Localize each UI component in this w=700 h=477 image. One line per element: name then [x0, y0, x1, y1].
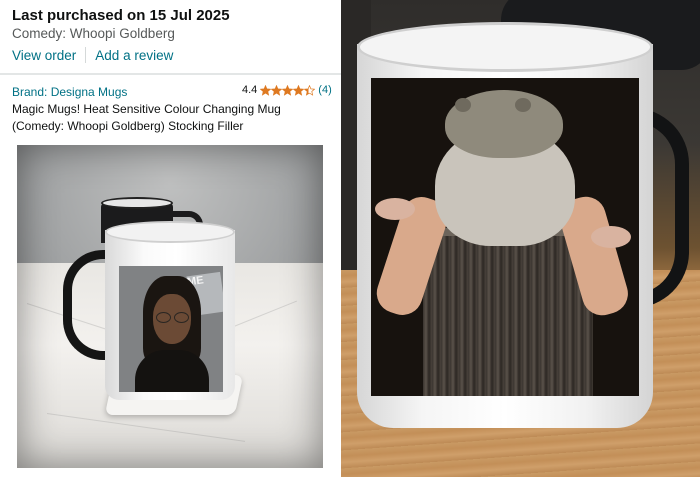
order-actions: View order Add a review: [12, 47, 173, 63]
link-separator: [85, 47, 87, 63]
star-icon: [271, 84, 283, 96]
frog-foot-left: [375, 198, 415, 220]
photo-vignette: [17, 145, 323, 468]
view-order-link[interactable]: View order: [12, 48, 76, 63]
product-rating[interactable]: 4.4 (4): [242, 84, 332, 96]
section-divider: [0, 73, 341, 75]
mug-rim: [357, 22, 653, 72]
rating-count[interactable]: (4): [318, 84, 331, 96]
brand-link[interactable]: Brand: Designa Mugs: [12, 85, 127, 99]
product-image[interactable]: ME: [17, 145, 323, 468]
rating-stars: [260, 84, 316, 96]
last-purchased-heading: Last purchased on 15 Jul 2025: [12, 7, 230, 24]
order-card: Last purchased on 15 Jul 2025 Comedy: Wh…: [0, 0, 341, 477]
frog-eye-left: [455, 98, 471, 112]
star-icon: [282, 84, 294, 96]
frog-eye-right: [515, 98, 531, 112]
star-icon: [260, 84, 272, 96]
tree-stump: [423, 236, 593, 396]
rating-value: 4.4: [242, 84, 258, 96]
frog-foot-right: [591, 226, 631, 248]
star-icon: [304, 84, 316, 96]
customer-photo[interactable]: [341, 0, 700, 477]
star-icon: [293, 84, 305, 96]
variant-label: Comedy: Whoopi Goldberg: [12, 26, 175, 41]
add-review-link[interactable]: Add a review: [95, 48, 173, 63]
frog-head: [445, 90, 563, 158]
mug-print-frog: [371, 78, 639, 396]
product-title[interactable]: Magic Mugs! Heat Sensitive Colour Changi…: [12, 101, 332, 135]
